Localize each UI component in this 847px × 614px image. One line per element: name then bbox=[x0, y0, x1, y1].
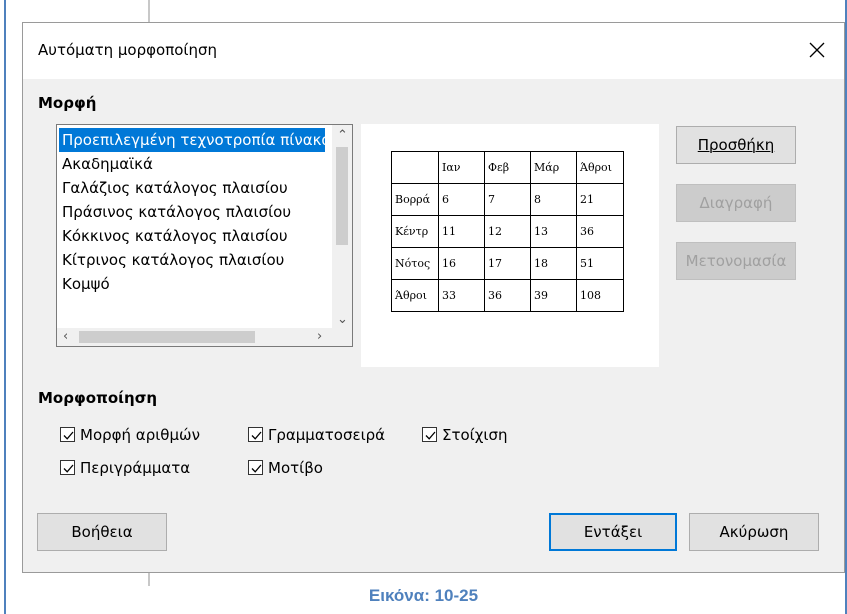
checkbox-checked-icon bbox=[248, 460, 263, 475]
checkbox-checked-icon bbox=[422, 427, 437, 442]
list-item[interactable]: Ακαδημαϊκά bbox=[59, 152, 325, 176]
font-label: Γραμματοσειρά bbox=[268, 426, 386, 444]
table-cell: 13 bbox=[530, 215, 577, 248]
table-cell: 18 bbox=[530, 247, 577, 280]
scroll-down-icon[interactable]: ⌄ bbox=[337, 313, 348, 326]
rename-button[interactable]: Μετονομασία bbox=[676, 242, 796, 280]
list-item[interactable]: Κίτρινος κατάλογος πλαισίου bbox=[59, 248, 325, 272]
list-item[interactable]: Πράσινος κατάλογος πλαισίου bbox=[59, 200, 325, 224]
table-cell: 33 bbox=[438, 279, 485, 312]
checkbox-checked-icon bbox=[60, 460, 75, 475]
list-item[interactable]: Κομψό bbox=[59, 272, 325, 296]
table-cell: Φεβ bbox=[484, 151, 531, 184]
preview-table: Ιαν Φεβ Μάρ Άθροι Βορρά 6 7 8 21 Κέντρ 1… bbox=[391, 151, 624, 312]
table-cell bbox=[391, 151, 439, 184]
table-cell: Άθροι bbox=[391, 279, 439, 312]
table-row: Βορρά 6 7 8 21 bbox=[391, 183, 624, 216]
horizontal-scroll-thumb[interactable] bbox=[79, 331, 255, 343]
table-cell: Άθροι bbox=[576, 151, 624, 184]
delete-button-label: Διαγραφή bbox=[699, 194, 773, 212]
title-bar: Αυτόματη μορφοποίηση bbox=[23, 23, 844, 79]
table-cell: 8 bbox=[530, 183, 577, 216]
borders-checkbox[interactable]: Περιγράμματα bbox=[60, 459, 190, 477]
table-cell: 51 bbox=[576, 247, 624, 280]
table-cell: 16 bbox=[438, 247, 485, 280]
table-cell: 39 bbox=[530, 279, 577, 312]
borders-label: Περιγράμματα bbox=[80, 459, 191, 477]
add-button[interactable]: Προσθήκη bbox=[676, 126, 796, 164]
help-button[interactable]: Βοήθεια bbox=[37, 513, 167, 551]
ok-button-label: Εντάξει bbox=[583, 523, 643, 541]
ok-button[interactable]: Εντάξει bbox=[549, 513, 677, 551]
figure-caption: Εικόνα: 10-25 bbox=[368, 586, 479, 605]
close-button[interactable] bbox=[800, 33, 834, 67]
scroll-left-icon[interactable]: ‹ bbox=[63, 330, 68, 343]
close-icon bbox=[809, 42, 825, 58]
table-cell: 6 bbox=[438, 183, 485, 216]
table-cell: Κέντρ bbox=[391, 215, 439, 248]
alignment-label: Στοίχιση bbox=[442, 426, 508, 444]
table-cell: 7 bbox=[484, 183, 531, 216]
table-cell: 108 bbox=[576, 279, 624, 312]
vertical-scroll-thumb[interactable] bbox=[336, 147, 348, 245]
help-button-label: Βοήθεια bbox=[71, 523, 133, 541]
table-cell: 21 bbox=[576, 183, 624, 216]
autoformat-dialog: Αυτόματη μορφοποίηση Μορφή Προεπιλεγμένη… bbox=[22, 22, 845, 573]
cancel-button[interactable]: Ακύρωση bbox=[689, 513, 819, 551]
table-cell: Νότος bbox=[391, 247, 439, 280]
table-cell: 11 bbox=[438, 215, 485, 248]
font-checkbox[interactable]: Γραμματοσειρά bbox=[248, 426, 385, 444]
rename-button-label: Μετονομασία bbox=[685, 252, 787, 270]
table-cell: 12 bbox=[484, 215, 531, 248]
list-item[interactable]: Γαλάζιος κατάλογος πλαισίου bbox=[59, 176, 325, 200]
horizontal-scrollbar[interactable]: ‹ › bbox=[57, 328, 334, 346]
table-cell: Ιαν bbox=[438, 151, 485, 184]
table-cell: 17 bbox=[484, 247, 531, 280]
table-cell: Μάρ bbox=[530, 151, 577, 184]
delete-button[interactable]: Διαγραφή bbox=[676, 184, 796, 222]
number-format-label: Μορφή αριθμών bbox=[80, 426, 200, 444]
pattern-label: Μοτίβο bbox=[268, 459, 323, 477]
table-cell: 36 bbox=[576, 215, 624, 248]
list-item[interactable]: Προεπιλεγμένη τεχνοτροπία πίνακα bbox=[59, 128, 325, 152]
table-row: Νότος 16 17 18 51 bbox=[391, 247, 624, 280]
formatting-section-label: Μορφοποίηση bbox=[38, 389, 158, 407]
list-item[interactable]: Κόκκινος κατάλογος πλαισίου bbox=[59, 224, 325, 248]
scrollbar-corner bbox=[332, 328, 352, 346]
scroll-up-icon[interactable]: ⌃ bbox=[337, 129, 348, 142]
table-cell: 36 bbox=[484, 279, 531, 312]
alignment-checkbox[interactable]: Στοίχιση bbox=[422, 426, 508, 444]
table-row: Κέντρ 11 12 13 36 bbox=[391, 215, 624, 248]
pattern-checkbox[interactable]: Μοτίβο bbox=[248, 459, 323, 477]
checkbox-checked-icon bbox=[60, 427, 75, 442]
vertical-scrollbar[interactable]: ⌃ ⌄ bbox=[332, 125, 352, 330]
format-listbox[interactable]: Προεπιλεγμένη τεχνοτροπία πίνακα Ακαδημα… bbox=[56, 124, 353, 347]
cancel-button-label: Ακύρωση bbox=[719, 523, 789, 541]
format-preview: Ιαν Φεβ Μάρ Άθροι Βορρά 6 7 8 21 Κέντρ 1… bbox=[361, 124, 659, 367]
dialog-title: Αυτόματη μορφοποίηση bbox=[38, 41, 218, 59]
checkbox-checked-icon bbox=[248, 427, 263, 442]
add-button-label: Προσθήκη bbox=[697, 136, 775, 154]
format-section-label: Μορφή bbox=[38, 94, 97, 112]
table-cell: Βορρά bbox=[391, 183, 439, 216]
table-row: Άθροι 33 36 39 108 bbox=[391, 279, 624, 312]
scroll-right-icon[interactable]: › bbox=[317, 330, 322, 343]
table-row: Ιαν Φεβ Μάρ Άθροι bbox=[391, 151, 624, 184]
number-format-checkbox[interactable]: Μορφή αριθμών bbox=[60, 426, 200, 444]
